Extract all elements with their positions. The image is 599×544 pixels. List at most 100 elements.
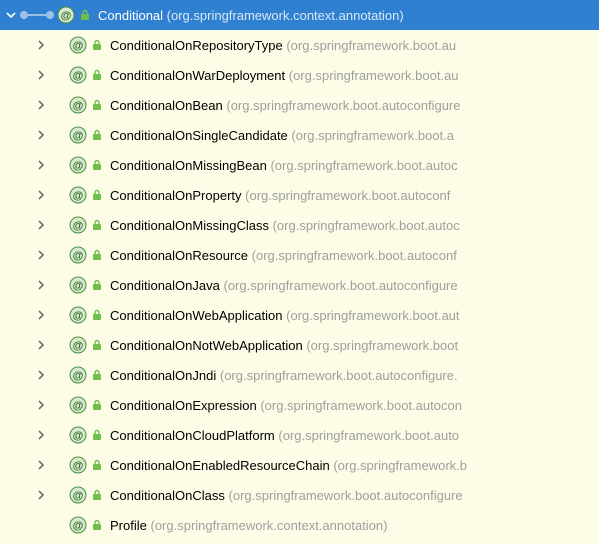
tree-row[interactable]: @ ConditionalOnExpression (org.springfram… — [0, 390, 599, 420]
package-name: (org.springframework.boot.autoconf — [245, 188, 450, 203]
public-lock-icon — [90, 188, 104, 202]
class-name: Conditional — [98, 8, 163, 23]
tree-node-label: ConditionalOnProperty (org.springframewo… — [110, 188, 450, 203]
package-name: (org.springframework.boot.aut — [286, 308, 459, 323]
tree-node-label: ConditionalOnMissingClass (org.springfra… — [110, 218, 460, 233]
public-lock-icon — [90, 128, 104, 142]
expand-arrow-right-icon[interactable] — [34, 278, 48, 292]
class-name: ConditionalOnNotWebApplication — [110, 338, 303, 353]
expand-arrow-right-icon[interactable] — [34, 218, 48, 232]
package-name: (org.springframework.boot.auto — [278, 428, 459, 443]
expand-arrow-right-icon[interactable] — [34, 248, 48, 262]
annotation-icon: @ — [68, 305, 88, 325]
tree-row[interactable]: @ ConditionalOnMissingBean (org.springfra… — [0, 150, 599, 180]
tree-root-row[interactable]: @ Conditional (org.springframework.conte… — [0, 0, 599, 30]
tree-row[interactable]: @ ConditionalOnCloudPlatform (org.springf… — [0, 420, 599, 450]
tree-row[interactable]: @ ConditionalOnSingleCandidate (org.sprin… — [0, 120, 599, 150]
class-name: ConditionalOnWarDeployment — [110, 68, 285, 83]
expand-arrow-right-icon[interactable] — [34, 488, 48, 502]
public-lock-icon — [78, 8, 92, 22]
annotation-icon: @ — [68, 35, 88, 55]
package-name: (org.springframework.context.annotation) — [167, 8, 404, 23]
expand-arrow-right-icon[interactable] — [34, 368, 48, 382]
public-lock-icon — [90, 38, 104, 52]
package-name: (org.springframework.boot.autoc — [273, 218, 460, 233]
expand-arrow-right-icon[interactable] — [34, 308, 48, 322]
expand-arrow-right-icon[interactable] — [34, 398, 48, 412]
class-name: ConditionalOnResource — [110, 248, 248, 263]
tree-children: @ ConditionalOnRepositoryType (org.spring… — [0, 30, 599, 540]
tree-row[interactable]: @ ConditionalOnJava (org.springframework.… — [0, 270, 599, 300]
tree-node-label: ConditionalOnJndi (org.springframework.b… — [110, 368, 458, 383]
package-name: (org.springframework.boot.a — [291, 128, 454, 143]
public-lock-icon — [90, 308, 104, 322]
tree-row[interactable]: @ConditionalOnBean (org.springframework.… — [0, 90, 599, 120]
tree-row[interactable]: @ConditionalOnJndi (org.springframework.… — [0, 360, 599, 390]
public-lock-icon — [90, 278, 104, 292]
tree-row[interactable]: @ConditionalOnProperty (org.springframew… — [0, 180, 599, 210]
tree-row[interactable]: @ConditionalOnMissingClass (org.springfr… — [0, 210, 599, 240]
tree-node-label: ConditionalOnSingleCandidate (org.spring… — [110, 128, 454, 143]
svg-text:@: @ — [73, 400, 84, 412]
annotation-icon: @ — [68, 155, 88, 175]
class-name: ConditionalOnMissingClass — [110, 218, 269, 233]
tree-node-label: ConditionalOnExpression (org.springframe… — [110, 398, 462, 413]
tree-row[interactable]: @ConditionalOnClass (org.springframework… — [0, 480, 599, 510]
tree-row[interactable]: @ ConditionalOnRepositoryType (org.spring… — [0, 30, 599, 60]
package-name: (org.springframework.boot.autoconfigure — [226, 98, 460, 113]
public-lock-icon — [90, 398, 104, 412]
expand-arrow-right-icon[interactable] — [34, 68, 48, 82]
tree-node-label: ConditionalOnMissingBean (org.springfram… — [110, 158, 458, 173]
svg-text:@: @ — [73, 70, 84, 82]
no-arrow — [34, 518, 48, 532]
svg-text:@: @ — [61, 10, 72, 22]
svg-text:@: @ — [73, 430, 84, 442]
public-lock-icon — [90, 488, 104, 502]
class-name: ConditionalOnExpression — [110, 398, 257, 413]
class-name: ConditionalOnJava — [110, 278, 220, 293]
class-name: ConditionalOnRepositoryType — [110, 38, 283, 53]
annotation-icon: @ — [68, 275, 88, 295]
tree-row[interactable]: @ConditionalOnWarDeployment (org.springf… — [0, 60, 599, 90]
svg-text:@: @ — [73, 160, 84, 172]
class-hierarchy-tree: @ Conditional (org.springframework.conte… — [0, 0, 599, 540]
expand-arrow-right-icon[interactable] — [34, 38, 48, 52]
public-lock-icon — [90, 518, 104, 532]
svg-text:@: @ — [73, 460, 84, 472]
tree-node-label: ConditionalOnCloudPlatform (org.springfr… — [110, 428, 459, 443]
tree-node-label: ConditionalOnJava (org.springframework.b… — [110, 278, 458, 293]
tree-row[interactable]: @ ConditionalOnNotWebApplication (org.spr… — [0, 330, 599, 360]
expand-arrow-right-icon[interactable] — [34, 428, 48, 442]
class-name: ConditionalOnJndi — [110, 368, 216, 383]
tree-row[interactable]: @ ConditionalOnWebApplication (org.spring… — [0, 300, 599, 330]
expand-arrow-right-icon[interactable] — [34, 158, 48, 172]
expand-arrow-right-icon[interactable] — [34, 338, 48, 352]
expand-arrow-right-icon[interactable] — [34, 188, 48, 202]
package-name: (org.springframework.boot — [306, 338, 458, 353]
expand-arrow-right-icon[interactable] — [34, 128, 48, 142]
class-name: ConditionalOnEnabledResourceChain — [110, 458, 330, 473]
package-name: (org.springframework.b — [333, 458, 467, 473]
annotation-icon: @ — [68, 125, 88, 145]
tree-node-label: ConditionalOnClass (org.springframework.… — [110, 488, 463, 503]
public-lock-icon — [90, 98, 104, 112]
package-name: (org.springframework.boot.autoconfigure — [223, 278, 457, 293]
package-name: (org.springframework.boot.autoconf — [252, 248, 457, 263]
package-name: (org.springframework.boot.autocon — [260, 398, 462, 413]
tree-row[interactable]: @ConditionalOnResource (org.springframew… — [0, 240, 599, 270]
class-name: ConditionalOnBean — [110, 98, 223, 113]
expand-arrow-right-icon[interactable] — [34, 98, 48, 112]
tree-row[interactable]: @Profile (org.springframework.context.an… — [0, 510, 599, 540]
class-name: ConditionalOnWebApplication — [110, 308, 282, 323]
tree-row[interactable]: @ ConditionalOnEnabledResourceChain (org.… — [0, 450, 599, 480]
class-name: ConditionalOnProperty — [110, 188, 242, 203]
annotation-icon: @ — [68, 515, 88, 535]
package-name: (org.springframework.context.annotation) — [150, 518, 387, 533]
tree-node-label: ConditionalOnBean (org.springframework.b… — [110, 98, 461, 113]
tree-node-label: ConditionalOnResource (org.springframewo… — [110, 248, 457, 263]
expand-arrow-right-icon[interactable] — [34, 458, 48, 472]
svg-text:@: @ — [73, 130, 84, 142]
package-name: (org.springframework.boot.au — [286, 38, 456, 53]
svg-text:@: @ — [73, 340, 84, 352]
expand-arrow-down-icon[interactable] — [4, 8, 18, 22]
